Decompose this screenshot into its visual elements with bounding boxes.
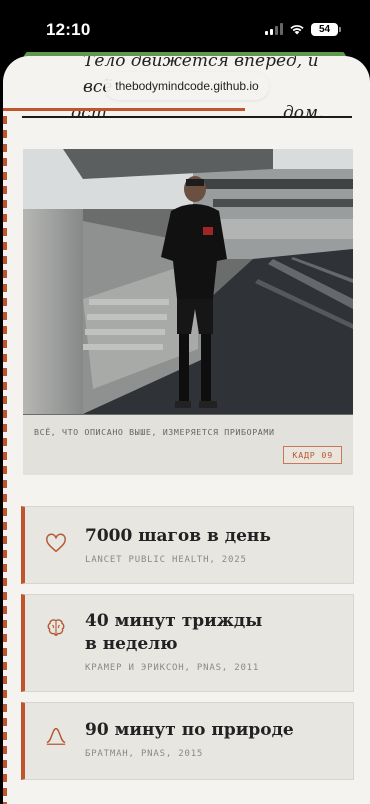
heart-icon — [46, 533, 66, 553]
stadium-runner-photo — [23, 149, 353, 415]
cellular-signal-icon — [265, 23, 283, 35]
fact-title-line-2: в неделю — [85, 634, 178, 654]
photo-card: ВСЁ, ЧТО ОПИСАНО ВЫШЕ, ИЗМЕРЯЕТСЯ ПРИБОР… — [23, 149, 353, 475]
wave-icon — [46, 727, 66, 745]
page-sheet[interactable]: Тело движется вперёд, и всё ост дом. the… — [3, 56, 370, 804]
left-accent-stripe — [3, 116, 7, 804]
fact-card: 7000 шагов в день LANCET PUBLIC HEALTH, … — [21, 506, 354, 584]
frame-badge: КАДР 09 — [283, 446, 342, 464]
divider-rule — [22, 116, 352, 118]
photo-caption: ВСЁ, ЧТО ОПИСАНО ВЫШЕ, ИЗМЕРЯЕТСЯ ПРИБОР… — [34, 427, 275, 437]
fact-title: 40 минут трижды в неделю — [85, 610, 262, 656]
hero-line-2-end: дом. — [283, 103, 324, 123]
hero-line-2-start: ост — [71, 103, 107, 123]
fact-title: 7000 шагов в день — [85, 526, 271, 546]
reading-progress-bar — [3, 108, 245, 111]
battery-indicator: 54 — [311, 22, 341, 36]
status-icons: 54 — [265, 22, 341, 36]
address-bar[interactable]: thebodymindcode.github.io — [105, 72, 269, 100]
fact-card: 90 минут по природе БРАТМАН, PNAS, 2015 — [21, 702, 354, 780]
brain-icon — [47, 619, 65, 637]
fact-title-line-1: 40 минут трижды — [85, 611, 263, 631]
fact-card: 40 минут трижды в неделю КРАМЕР И ЭРИКСО… — [21, 594, 354, 692]
fact-source: LANCET PUBLIC HEALTH, 2025 — [85, 555, 247, 565]
status-time: 12:10 — [46, 20, 91, 39]
status-bar: 12:10 54 — [0, 0, 370, 52]
fact-source: БРАТМАН, PNAS, 2015 — [85, 749, 204, 759]
fact-title: 90 минут по природе — [85, 720, 294, 740]
wifi-icon — [290, 25, 304, 35]
fact-source: КРАМЕР И ЭРИКСОН, PNAS, 2011 — [85, 663, 260, 673]
